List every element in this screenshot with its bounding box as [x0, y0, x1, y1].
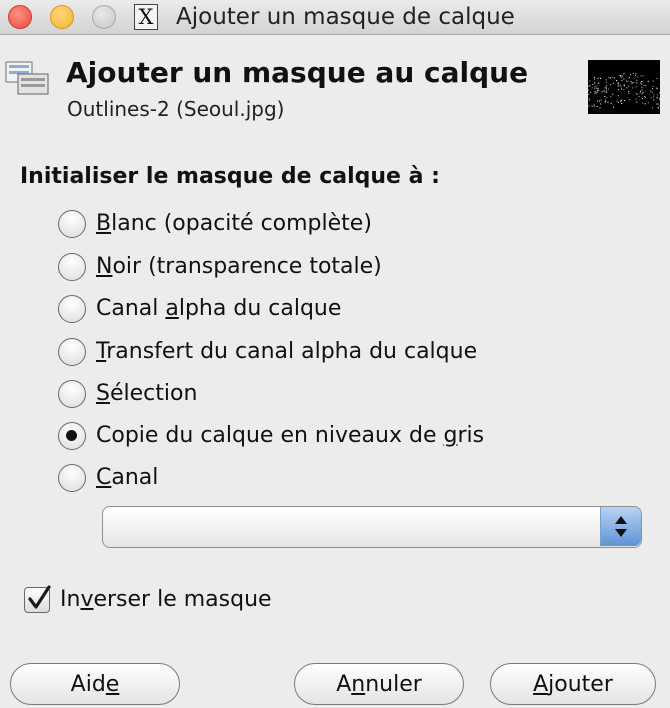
radio-option[interactable]: Transfert du canal alpha du calque — [58, 335, 477, 369]
radio-label: Copie du calque en niveaux de gris — [96, 423, 485, 448]
x11-icon: X — [134, 4, 158, 30]
minimize-window-button[interactable] — [50, 5, 74, 29]
invert-mask-checkbox[interactable] — [24, 585, 51, 613]
radio-label: Transfert du canal alpha du calque — [96, 339, 478, 364]
radio-button[interactable] — [58, 210, 86, 238]
radio-option[interactable]: Copie du calque en niveaux de gris — [58, 419, 484, 453]
help-button[interactable]: Aid e — [10, 663, 180, 705]
radio-button[interactable] — [58, 464, 86, 492]
channel-select[interactable] — [102, 506, 642, 548]
radio-option[interactable]: Noir (transparence totale) — [58, 250, 382, 284]
invert-mask-row[interactable]: Inverser le masque — [24, 584, 272, 616]
layer-thumbnail — [588, 60, 660, 114]
window-title: Ajouter un masque de calque — [176, 4, 515, 30]
radio-option[interactable]: Sélection — [58, 377, 197, 411]
chevron-up-down-icon[interactable] — [600, 507, 641, 546]
title-bar: X Ajouter un masque de calque — [0, 0, 670, 35]
cancel-button[interactable]: An nuler — [294, 663, 464, 705]
radio-button[interactable] — [58, 295, 86, 323]
radio-label: Canal — [96, 465, 159, 490]
radio-label: Noir (transparence totale) — [96, 254, 382, 279]
radio-option[interactable]: Canal — [58, 461, 158, 495]
radio-button[interactable] — [58, 380, 86, 408]
radio-label: Canal alpha du calque — [96, 296, 342, 321]
radio-option[interactable]: Blanc (opacité complète) — [58, 207, 372, 241]
checkmark-icon — [28, 585, 51, 609]
layer-name: Outlines-2 (Seoul.jpg) — [67, 97, 285, 121]
radio-label: Blanc (opacité complète) — [96, 211, 372, 236]
close-window-button[interactable] — [8, 5, 32, 29]
radio-button[interactable] — [58, 338, 86, 366]
radio-button[interactable] — [58, 422, 86, 450]
add-button[interactable]: Ajouter — [490, 663, 656, 705]
maximize-window-button[interactable] — [92, 5, 116, 29]
section-label: Initialiser le masque de calque à : — [20, 164, 440, 189]
radio-label: Sélection — [96, 381, 198, 406]
layer-mask-icon — [4, 56, 52, 98]
invert-mask-label: Inverser le masque — [60, 587, 272, 612]
radio-option[interactable]: Canal alpha du calque — [58, 292, 341, 326]
dialog-heading: Ajouter un masque au calque — [66, 56, 529, 89]
radio-button[interactable] — [58, 253, 86, 281]
